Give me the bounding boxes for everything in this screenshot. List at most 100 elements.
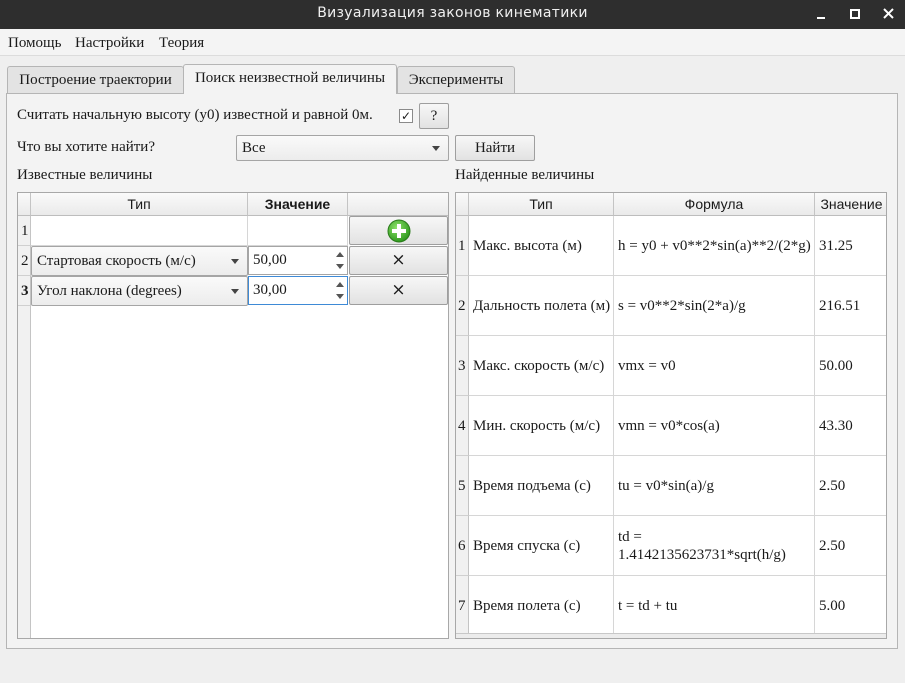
found-type-cell-text: Дальность полета (м) bbox=[473, 297, 611, 314]
spin-buttons[interactable] bbox=[333, 247, 347, 274]
minimize-button[interactable] bbox=[810, 4, 832, 24]
found-value-cell[interactable]: 50.00 bbox=[815, 336, 886, 396]
found-formula-cell[interactable]: s = v0**2*sin(2*a)/g bbox=[614, 276, 815, 336]
found-type-cell[interactable]: Дальность полета (м) bbox=[469, 276, 614, 336]
found-formula-cell[interactable]: tu = v0*sin(a)/g bbox=[614, 456, 815, 516]
help-button[interactable]: ? bbox=[419, 103, 449, 129]
found-value-cell[interactable]: 43.30 bbox=[815, 396, 886, 456]
tab-experiments[interactable]: Эксперименты bbox=[397, 66, 515, 94]
found-value-cell[interactable]: 31.25 bbox=[815, 216, 886, 276]
found-value-cell-text: 2.50 bbox=[819, 477, 846, 494]
maximize-button[interactable] bbox=[844, 4, 866, 24]
spin-buttons[interactable] bbox=[333, 277, 347, 304]
found-row-header[interactable]: 3 bbox=[456, 336, 469, 396]
window-title: Визуализация законов кинематики bbox=[317, 5, 588, 21]
horizontal-scrollbar[interactable] bbox=[456, 633, 886, 638]
menu-settings[interactable]: Настройки bbox=[75, 35, 144, 52]
found-row-header[interactable]: 1 bbox=[456, 216, 469, 276]
found-type-cell[interactable]: Макс. скорость (м/с) bbox=[469, 336, 614, 396]
found-formula-cell[interactable]: vmx = v0 bbox=[614, 336, 815, 396]
found-type-cell[interactable]: Время спуска (с) bbox=[469, 516, 614, 576]
known-type-value: Угол наклона (degrees) bbox=[37, 283, 182, 299]
found-value-cell-text: 43.30 bbox=[819, 417, 853, 434]
known-value-spinbox[interactable]: 50,00 bbox=[248, 246, 348, 275]
found-type-cell[interactable]: Время полета (с) bbox=[469, 576, 614, 636]
found-value-cell[interactable]: 2.50 bbox=[815, 516, 886, 576]
found-type-cell[interactable]: Время подъема (с) bbox=[469, 456, 614, 516]
known-header-action[interactable] bbox=[348, 193, 448, 216]
remove-row-button[interactable]: × bbox=[349, 276, 448, 305]
found-row-header[interactable]: 2 bbox=[456, 276, 469, 336]
menu-theory[interactable]: Теория bbox=[159, 35, 204, 52]
found-value-cell-text: 31.25 bbox=[819, 237, 853, 254]
found-value-cell-text: 50.00 bbox=[819, 357, 853, 374]
chevron-down-icon bbox=[432, 146, 440, 151]
found-type-cell-text: Макс. скорость (м/с) bbox=[473, 357, 605, 374]
chevron-down-icon bbox=[231, 289, 239, 294]
minimize-icon bbox=[817, 17, 825, 19]
known-header-value[interactable]: Значение bbox=[248, 193, 348, 216]
found-formula-cell[interactable]: h = y0 + v0**2*sin(a)**2/(2*g) bbox=[614, 216, 815, 276]
known-value-text: 50,00 bbox=[253, 252, 287, 268]
found-formula-cell-text: t = td + tu bbox=[618, 597, 678, 614]
spin-down-icon[interactable] bbox=[336, 294, 344, 299]
remove-row-button[interactable]: × bbox=[349, 246, 448, 275]
found-value-cell-text: 2.50 bbox=[819, 537, 846, 554]
found-type-cell[interactable]: Мин. скорость (м/с) bbox=[469, 396, 614, 456]
spin-down-icon[interactable] bbox=[336, 264, 344, 269]
known-type-value: Стартовая скорость (м/с) bbox=[37, 253, 196, 269]
found-formula-cell[interactable]: t = td + tu bbox=[614, 576, 815, 636]
found-header-type[interactable]: Тип bbox=[469, 193, 614, 216]
tab-find-unknown[interactable]: Поиск неизвестной величины bbox=[183, 64, 397, 94]
found-formula-cell[interactable]: td = 1.4142135623731*sqrt(h/g) bbox=[614, 516, 815, 576]
found-value-cell[interactable]: 216.51 bbox=[815, 276, 886, 336]
found-type-cell-text: Макс. высота (м) bbox=[473, 237, 582, 254]
found-formula-cell-text: tu = v0*sin(a)/g bbox=[618, 477, 714, 494]
spin-up-icon[interactable] bbox=[336, 252, 344, 257]
found-formula-cell-text: td = 1.4142135623731*sqrt(h/g) bbox=[618, 528, 786, 563]
found-header-formula[interactable]: Формула bbox=[614, 193, 815, 216]
found-value-cell[interactable]: 5.00 bbox=[815, 576, 886, 636]
found-value-cell-text: 216.51 bbox=[819, 297, 861, 314]
found-formula-cell-text: s = v0**2*sin(2*a)/g bbox=[618, 297, 746, 314]
initial-height-checkbox[interactable]: ✓ bbox=[399, 109, 413, 123]
menu-bar: Помощь Настройки Теория bbox=[0, 29, 905, 56]
found-value-cell-text: 5.00 bbox=[819, 597, 846, 614]
known-type-select[interactable]: Стартовая скорость (м/с) bbox=[31, 246, 248, 276]
known-row-header[interactable]: 1 bbox=[18, 216, 31, 246]
found-type-cell-text: Время спуска (с) bbox=[473, 537, 581, 554]
find-select-value: Все bbox=[242, 140, 266, 156]
found-row-header[interactable]: 7 bbox=[456, 576, 469, 636]
known-values-table: Тип Значение 1 2 Стартовая скорость (м/с… bbox=[17, 192, 449, 639]
maximize-icon bbox=[850, 9, 860, 19]
found-row-header[interactable]: 4 bbox=[456, 396, 469, 456]
found-values-table: Тип Формула Значение 1 Макс. высота (м) h … bbox=[455, 192, 887, 639]
find-label: Что вы хотите найти? bbox=[17, 139, 155, 155]
title-bar: Визуализация законов кинематики bbox=[0, 0, 905, 29]
spin-up-icon[interactable] bbox=[336, 282, 344, 287]
found-row-header[interactable]: 6 bbox=[456, 516, 469, 576]
corner-header bbox=[18, 193, 31, 216]
found-formula-cell-text: h = y0 + v0**2*sin(a)**2/(2*g) bbox=[618, 237, 811, 254]
find-button[interactable]: Найти bbox=[455, 135, 535, 161]
known-row-header[interactable]: 2 bbox=[18, 246, 31, 276]
find-select[interactable]: Все bbox=[236, 135, 449, 161]
close-icon bbox=[883, 8, 894, 19]
found-type-cell[interactable]: Макс. высота (м) bbox=[469, 216, 614, 276]
chevron-down-icon bbox=[231, 259, 239, 264]
found-header-value[interactable]: Значение bbox=[815, 193, 886, 216]
known-values-title: Известные величины bbox=[17, 167, 153, 183]
known-value-cell[interactable] bbox=[248, 216, 348, 246]
found-row-header[interactable]: 5 bbox=[456, 456, 469, 516]
found-formula-cell[interactable]: vmn = v0*cos(a) bbox=[614, 396, 815, 456]
close-button[interactable] bbox=[878, 4, 900, 24]
add-row-button[interactable] bbox=[349, 216, 448, 245]
known-header-type[interactable]: Тип bbox=[31, 193, 248, 216]
found-value-cell[interactable]: 2.50 bbox=[815, 456, 886, 516]
known-row-header[interactable]: 3 bbox=[18, 276, 31, 306]
known-value-spinbox[interactable]: 30,00 bbox=[248, 276, 348, 305]
known-type-cell[interactable] bbox=[31, 216, 248, 246]
known-type-select[interactable]: Угол наклона (degrees) bbox=[31, 276, 248, 306]
tab-trajectory[interactable]: Построение траектории bbox=[7, 66, 184, 94]
menu-help[interactable]: Помощь bbox=[8, 35, 61, 52]
